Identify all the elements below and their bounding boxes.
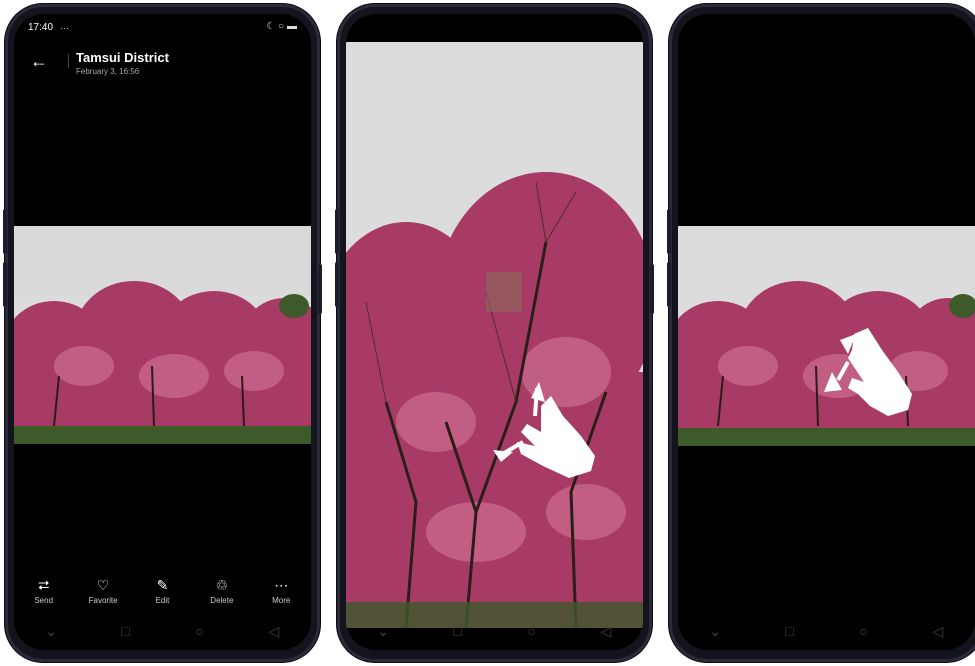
favorite-button[interactable]: ♡ Favorite (77, 576, 129, 616)
photo-toolbar: ⮂ Send ♡ Favorite ✎ Edit ♲ Delete ⋯ More (14, 576, 311, 616)
power-button (318, 264, 322, 314)
share-icon: ⮂ (38, 577, 50, 593)
edit-button[interactable]: ✎ Edit (136, 576, 188, 616)
pinch-zoom-in-gesture-icon (493, 382, 595, 478)
blossom-zoomed-image (346, 42, 643, 628)
nav-home-icon[interactable]: ○ (185, 623, 215, 639)
phone-frame-3: ⌄ □ ○ ◁ (667, 4, 975, 662)
photo-date: February 3, 16:56 (76, 67, 140, 76)
send-label: Send (34, 596, 54, 605)
screen-photo-viewer: 17:40 … ☾ ○ ▬ ← Tamsui District February… (14, 14, 311, 650)
heart-icon: ♡ (96, 577, 110, 593)
side-button (667, 209, 671, 254)
nav-back-icon[interactable]: ◁ (591, 623, 621, 640)
more-button[interactable]: ⋯ More (255, 576, 307, 616)
photo-header: Tamsui District February 3, 16:56 (76, 50, 169, 76)
phone-frame-2: ⌄ □ ○ ◁ (335, 4, 654, 662)
more-label: More (272, 596, 291, 605)
signal-icons: … (60, 21, 70, 31)
screen-zoomed-photo: ⌄ □ ○ ◁ (346, 14, 643, 650)
send-button[interactable]: ⮂ Send (18, 576, 70, 616)
divider (68, 54, 69, 68)
nav-bar: ⌄ □ ○ ◁ (14, 618, 311, 644)
side-button (667, 262, 671, 307)
delete-button[interactable]: ♲ Delete (196, 576, 248, 616)
side-button (335, 209, 339, 254)
favorite-label: Favorite (88, 596, 118, 605)
edit-label: Edit (155, 596, 170, 605)
nav-bar: ⌄ □ ○ ◁ (678, 618, 975, 644)
more-icon: ⋯ (274, 577, 289, 593)
side-button (335, 262, 339, 307)
trash-icon: ♲ (215, 577, 229, 593)
side-button (3, 262, 7, 307)
edit-icon: ✎ (156, 577, 169, 593)
nav-recents-icon[interactable]: □ (442, 623, 472, 639)
nav-home-icon[interactable]: ○ (849, 623, 879, 639)
nav-bar: ⌄ □ ○ ◁ (346, 618, 643, 644)
nav-down-icon[interactable]: ⌄ (36, 623, 66, 640)
photo-cherry-blossoms[interactable] (14, 226, 311, 444)
phone-frame-1: 17:40 … ☾ ○ ▬ ← Tamsui District February… (3, 4, 322, 662)
nav-down-icon[interactable]: ⌄ (368, 623, 398, 640)
nav-back-icon[interactable]: ◁ (923, 623, 953, 640)
side-button (3, 209, 7, 254)
nav-home-icon[interactable]: ○ (517, 623, 547, 639)
status-right-icons: ☾ ○ ▬ (266, 21, 297, 32)
nav-down-icon[interactable]: ⌄ (700, 623, 730, 640)
delete-label: Delete (210, 596, 234, 605)
blossom-image (14, 226, 311, 444)
screen-zoom-out: ⌄ □ ○ ◁ (678, 14, 975, 650)
status-time: 17:40 (28, 22, 54, 33)
nav-recents-icon[interactable]: □ (110, 623, 140, 639)
photo-zoomed[interactable] (346, 42, 643, 628)
nav-recents-icon[interactable]: □ (774, 623, 804, 639)
nav-back-icon[interactable]: ◁ (259, 623, 289, 640)
pinch-zoom-out-gesture-icon (824, 328, 912, 416)
power-button (650, 264, 654, 314)
back-arrow-icon[interactable]: ← (30, 52, 48, 70)
status-bar: 17:40 … ☾ ○ ▬ (14, 14, 311, 36)
photo-title: Tamsui District (76, 50, 169, 65)
